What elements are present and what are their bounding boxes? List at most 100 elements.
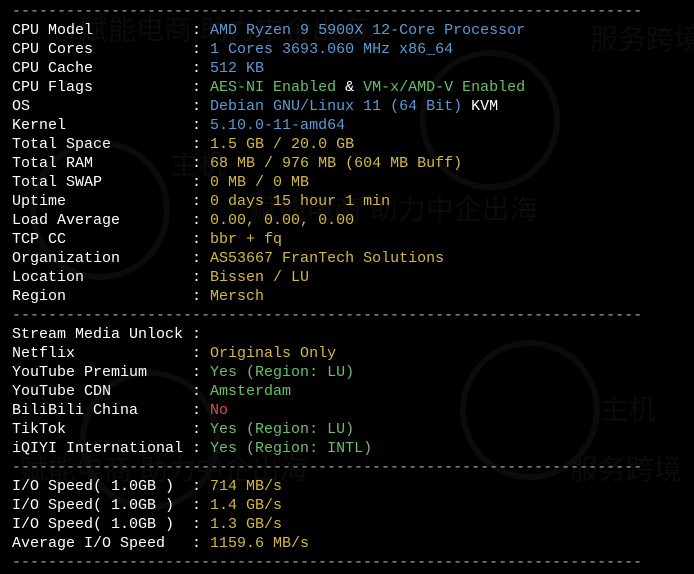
- info-row: Region : Mersch: [0, 287, 694, 306]
- info-label: Load Average: [12, 211, 192, 230]
- colon: :: [192, 344, 210, 363]
- colon: :: [192, 135, 210, 154]
- info-label: CPU Cores: [12, 40, 192, 59]
- section-divider: ----------------------------------------…: [0, 553, 694, 572]
- colon: :: [192, 382, 210, 401]
- info-value: 1 Cores 3693.060 MHz x86_64: [210, 40, 453, 59]
- info-row: iQIYI International : Yes (Region: INTL): [0, 439, 694, 458]
- info-value: AS53667 FranTech Solutions: [210, 249, 444, 268]
- info-value: 1159.6 MB/s: [210, 534, 309, 553]
- colon: :: [192, 420, 210, 439]
- info-label: CPU Cache: [12, 59, 192, 78]
- colon: :: [192, 268, 210, 287]
- info-value: 714 MB/s: [210, 477, 282, 496]
- info-label: iQIYI International: [12, 439, 192, 458]
- colon: :: [192, 40, 210, 59]
- info-row: Total RAM : 68 MB / 976 MB (604 MB Buff): [0, 154, 694, 173]
- section-divider: ----------------------------------------…: [0, 458, 694, 477]
- info-value: 1.5 GB / 20.0 GB: [210, 135, 354, 154]
- info-value: 0 MB / 0 MB: [210, 173, 309, 192]
- info-row: CPU Cores : 1 Cores 3693.060 MHz x86_64: [0, 40, 694, 59]
- info-row: YouTube Premium : Yes (Region: LU): [0, 363, 694, 382]
- info-value: Mersch: [210, 287, 264, 306]
- info-value: No: [210, 401, 228, 420]
- info-label: Total SWAP: [12, 173, 192, 192]
- section-divider: ----------------------------------------…: [0, 2, 694, 21]
- colon: :: [192, 230, 210, 249]
- colon: :: [192, 192, 210, 211]
- stream-header-row: Stream Media Unlock :: [0, 325, 694, 344]
- info-label: Kernel: [12, 116, 192, 135]
- colon: :: [192, 287, 210, 306]
- info-value: 0 days 15 hour 1 min: [210, 192, 390, 211]
- stream-media-section: Netflix : Originals OnlyYouTube Premium …: [0, 344, 694, 458]
- info-row: BiliBili China : No: [0, 401, 694, 420]
- info-label: TCP CC: [12, 230, 192, 249]
- info-label: OS: [12, 97, 192, 116]
- info-row: Uptime : 0 days 15 hour 1 min: [0, 192, 694, 211]
- colon: :: [192, 59, 210, 78]
- info-label: Organization: [12, 249, 192, 268]
- info-row: I/O Speed( 1.0GB ) : 714 MB/s: [0, 477, 694, 496]
- info-row: OS : Debian GNU/Linux 11 (64 Bit) KVM: [0, 97, 694, 116]
- colon: :: [192, 534, 210, 553]
- info-row: TCP CC : bbr + fq: [0, 230, 694, 249]
- info-value-part: VM-x/AMD-V Enabled: [363, 78, 525, 97]
- info-row: Average I/O Speed : 1159.6 MB/s: [0, 534, 694, 553]
- info-label: CPU Flags: [12, 78, 192, 97]
- info-value: 512 KB: [210, 59, 264, 78]
- info-row: Organization : AS53667 FranTech Solution…: [0, 249, 694, 268]
- info-value: 1.4 GB/s: [210, 496, 282, 515]
- info-row: Total Space : 1.5 GB / 20.0 GB: [0, 135, 694, 154]
- info-label: Uptime: [12, 192, 192, 211]
- info-value: Originals Only: [210, 344, 336, 363]
- colon: :: [192, 249, 210, 268]
- stream-header-label: Stream Media Unlock: [12, 325, 192, 344]
- info-label: YouTube CDN: [12, 382, 192, 401]
- info-row: I/O Speed( 1.0GB ) : 1.4 GB/s: [0, 496, 694, 515]
- info-value: Amsterdam: [210, 382, 291, 401]
- info-value: 1.3 GB/s: [210, 515, 282, 534]
- colon: :: [192, 515, 210, 534]
- info-row: Netflix : Originals Only: [0, 344, 694, 363]
- info-value: bbr + fq: [210, 230, 282, 249]
- info-value: Yes (Region: LU): [210, 363, 354, 382]
- colon: :: [192, 21, 210, 40]
- info-value: Yes (Region: LU): [210, 420, 354, 439]
- colon: :: [192, 97, 210, 116]
- info-row: Load Average : 0.00, 0.00, 0.00: [0, 211, 694, 230]
- info-label: I/O Speed( 1.0GB ): [12, 477, 192, 496]
- colon: :: [192, 211, 210, 230]
- info-row: TikTok : Yes (Region: LU): [0, 420, 694, 439]
- colon: :: [192, 173, 210, 192]
- info-label: TikTok: [12, 420, 192, 439]
- info-value: AMD Ryzen 9 5900X 12-Core Processor: [210, 21, 525, 40]
- info-value-part: &: [336, 78, 363, 97]
- info-label: Total RAM: [12, 154, 192, 173]
- info-label: Total Space: [12, 135, 192, 154]
- info-row: I/O Speed( 1.0GB ) : 1.3 GB/s: [0, 515, 694, 534]
- colon: :: [192, 439, 210, 458]
- info-label: CPU Model: [12, 21, 192, 40]
- colon: :: [192, 477, 210, 496]
- colon: :: [192, 363, 210, 382]
- colon: :: [192, 325, 210, 344]
- info-row: YouTube CDN : Amsterdam: [0, 382, 694, 401]
- info-value: 0.00, 0.00, 0.00: [210, 211, 354, 230]
- info-value: 68 MB / 976 MB (604 MB Buff): [210, 154, 462, 173]
- colon: :: [192, 116, 210, 135]
- info-row: CPU Model : AMD Ryzen 9 5900X 12-Core Pr…: [0, 21, 694, 40]
- info-row: Kernel : 5.10.0-11-amd64: [0, 116, 694, 135]
- info-value: Bissen / LU: [210, 268, 309, 287]
- info-value-part: KVM: [462, 97, 498, 116]
- colon: :: [192, 401, 210, 420]
- io-speed-section: I/O Speed( 1.0GB ) : 714 MB/sI/O Speed( …: [0, 477, 694, 553]
- info-label: Netflix: [12, 344, 192, 363]
- info-value-part: AES-NI Enabled: [210, 78, 336, 97]
- info-value: Yes (Region: INTL): [210, 439, 372, 458]
- colon: :: [192, 154, 210, 173]
- colon: :: [192, 496, 210, 515]
- system-info-section: CPU Model : AMD Ryzen 9 5900X 12-Core Pr…: [0, 21, 694, 306]
- terminal-output: ----------------------------------------…: [0, 0, 694, 574]
- section-divider: ----------------------------------------…: [0, 306, 694, 325]
